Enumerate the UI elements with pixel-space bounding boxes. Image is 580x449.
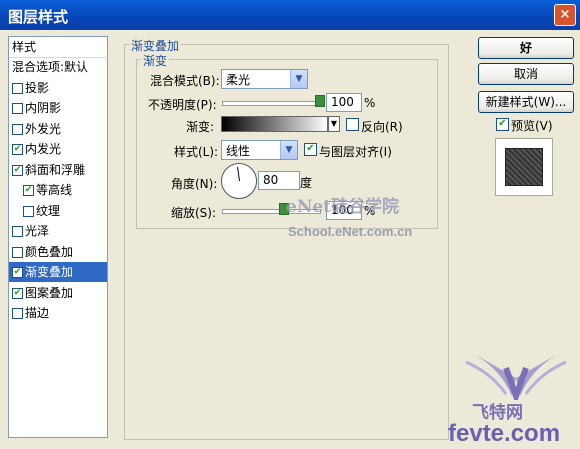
opacity-unit: %: [364, 96, 376, 110]
blend-mode-value: 柔光: [226, 73, 251, 87]
subgroup-title: 渐变: [141, 52, 170, 69]
opacity-slider-thumb[interactable]: [315, 95, 325, 107]
fevte-watermark: 飞特网 fevte.com: [448, 348, 576, 447]
style-list-item-1[interactable]: 投影: [9, 78, 107, 98]
style-list-header[interactable]: 样式: [9, 37, 110, 58]
cancel-button[interactable]: 取消: [478, 63, 574, 85]
enet-watermark: eNet硅谷学院: [286, 192, 399, 217]
dialog-title: 图层样式: [8, 8, 69, 26]
style-list-item-4[interactable]: ✔ 内发光: [9, 139, 107, 159]
style-list-label: 内阴影: [25, 101, 62, 115]
gradient-dropdown-button[interactable]: ▼: [328, 116, 340, 132]
style-list-item-3[interactable]: 外发光: [9, 119, 107, 139]
style-list-label: 颜色叠加: [25, 244, 74, 259]
style-list-item-5[interactable]: ✔ 斜面和浮雕: [9, 160, 107, 180]
fevte-url: fevte.com: [448, 420, 561, 447]
style-list-label: 纹理: [36, 203, 61, 218]
style-list-label: 投影: [25, 80, 50, 95]
style-list-item-0[interactable]: 混合选项:默认: [9, 57, 107, 77]
enet-logo: eNet硅谷学院: [286, 197, 400, 217]
style-checkbox[interactable]: ✔: [12, 267, 23, 278]
reverse-label: 反向(R): [361, 120, 403, 134]
style-list-item-6[interactable]: ✔ 等高线: [9, 180, 107, 200]
style-list-label: 斜面和浮雕: [25, 162, 86, 177]
chevron-down-icon: ▼: [330, 119, 338, 128]
scale-label: 缩放(S):: [171, 206, 217, 220]
style-checkbox[interactable]: [12, 82, 23, 94]
style-list-label: 图案叠加: [25, 285, 74, 300]
style-list-label: 混合选项:默认: [12, 60, 89, 74]
style-list-item-12[interactable]: 描边: [9, 303, 107, 323]
close-button[interactable]: ×: [554, 4, 576, 26]
ok-button[interactable]: 好: [478, 37, 574, 59]
style-select[interactable]: 线性 ▼: [221, 140, 298, 160]
wings-logo-icon: [456, 348, 576, 405]
style-list-label: 光泽: [25, 224, 50, 238]
checkmark-icon: ✔: [306, 143, 315, 154]
align-with-layer-checkbox[interactable]: ✔: [304, 143, 317, 156]
style-checkbox[interactable]: [12, 226, 23, 237]
style-list-label: 描边: [25, 306, 50, 320]
align-with-layer-label: 与图层对齐(I): [319, 145, 392, 159]
angle-input[interactable]: 80: [258, 171, 300, 190]
style-list-label: 渐变叠加: [25, 265, 74, 279]
title-bar: 图层样式 ×: [0, 0, 580, 30]
checkmark-icon: ✔: [13, 164, 22, 175]
preview-swatch: [505, 148, 543, 186]
chevron-down-icon: ▼: [280, 141, 297, 159]
style-list-item-9[interactable]: 颜色叠加: [9, 242, 107, 262]
checkmark-icon: ✔: [13, 144, 22, 154]
enet-url: School.eNet.com.cn: [288, 224, 413, 239]
reverse-checkbox[interactable]: [346, 118, 359, 131]
chevron-down-icon: ▼: [290, 70, 307, 88]
checkmark-icon: ✔: [24, 185, 33, 195]
style-list: 样式 混合选项:默认 投影 内阴影 外发光 ✔ 内发光 ✔ 斜面和浮雕 ✔ 等高线 纹理 光泽 颜色叠加…: [8, 36, 110, 438]
style-checkbox[interactable]: [12, 123, 23, 135]
gradient-picker[interactable]: [221, 116, 328, 132]
style-checkbox[interactable]: [23, 205, 34, 217]
checkmark-icon: ✔: [13, 287, 22, 298]
checkmark-icon: ✔: [13, 267, 22, 277]
style-checkbox[interactable]: [12, 103, 23, 114]
checkmark-icon: ✔: [498, 118, 507, 129]
style-list-item-7[interactable]: 纹理: [9, 201, 107, 221]
gradient-label: 渐变:: [186, 120, 215, 134]
layer-style-dialog: 图层样式 × 样式 混合选项:默认 投影 内阴影 外发光 ✔ 内发光 ✔ 斜面和浮雕 ✔ 等高线纹…: [0, 0, 580, 449]
style-value: 线性: [226, 144, 251, 158]
angle-unit: 度: [300, 176, 313, 190]
angle-label: 角度(N):: [171, 177, 218, 191]
style-checkbox[interactable]: ✔: [12, 164, 23, 176]
style-checkbox[interactable]: ✔: [12, 287, 23, 299]
angle-needle: [237, 166, 240, 181]
style-checkbox[interactable]: [12, 308, 23, 319]
preview-label: 预览(V): [511, 119, 553, 133]
opacity-slider-track[interactable]: [222, 101, 321, 106]
style-list-item-10[interactable]: ✔ 渐变叠加: [9, 262, 107, 282]
blend-mode-label: 混合模式(B):: [150, 74, 220, 88]
blend-mode-select[interactable]: 柔光 ▼: [221, 69, 308, 89]
angle-dial[interactable]: [221, 163, 257, 199]
preview-frame: [495, 138, 553, 196]
opacity-label: 不透明度(P):: [148, 98, 217, 112]
style-list-item-8[interactable]: 光泽: [9, 221, 107, 241]
opacity-input[interactable]: 100: [326, 93, 362, 112]
new-style-button[interactable]: 新建样式(W)...: [478, 91, 574, 113]
style-list-item-2[interactable]: 内阴影: [9, 98, 107, 118]
style-list-item-11[interactable]: ✔ 图案叠加: [9, 283, 107, 303]
style-list-label: 外发光: [25, 121, 62, 136]
preview-checkbox[interactable]: ✔: [496, 118, 509, 131]
style-list-label: 等高线: [36, 183, 73, 197]
style-label: 样式(L):: [174, 145, 219, 159]
style-checkbox[interactable]: [12, 246, 23, 258]
style-checkbox[interactable]: ✔: [12, 144, 23, 155]
style-list-label: 内发光: [25, 142, 62, 156]
style-checkbox[interactable]: ✔: [23, 185, 34, 196]
